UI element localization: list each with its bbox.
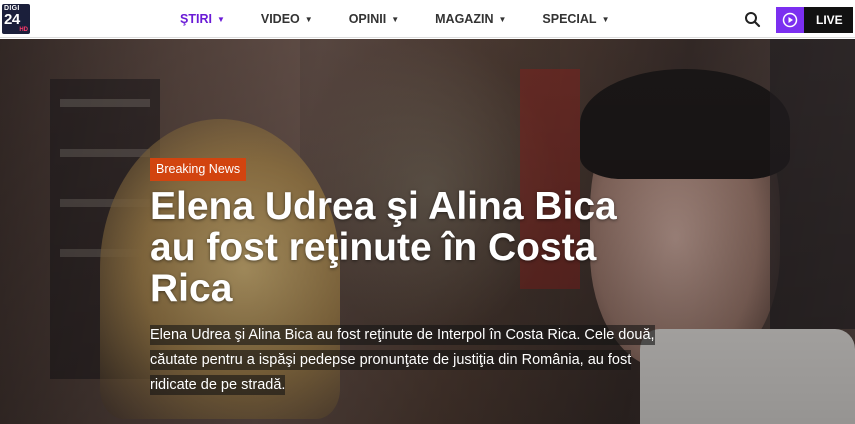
live-button[interactable]: LIVE — [776, 7, 853, 33]
nav-item-stiri[interactable]: ŞTIRI ▼ — [180, 12, 225, 26]
live-label: LIVE — [816, 13, 843, 27]
top-navigation-bar: DIGI 24 HD ŞTIRI ▼ VIDEO ▼ OPINII ▼ MAGA… — [0, 0, 855, 38]
hero-article[interactable]: Breaking News Elena Udrea şi Alina Bica … — [0, 39, 855, 424]
nav-item-label: ŞTIRI — [180, 12, 212, 26]
search-button[interactable] — [741, 8, 765, 30]
chevron-down-icon: ▼ — [498, 14, 507, 24]
chevron-down-icon: ▼ — [391, 14, 400, 24]
chevron-down-icon: ▼ — [304, 14, 313, 24]
chevron-down-icon: ▼ — [216, 14, 225, 24]
nav-item-opinii[interactable]: OPINII ▼ — [349, 12, 399, 26]
breaking-news-badge[interactable]: Breaking News — [150, 158, 247, 181]
nav-item-special[interactable]: SPECIAL ▼ — [542, 12, 609, 26]
nav-item-label: VIDEO — [260, 12, 300, 26]
nav-item-magazin[interactable]: MAGAZIN ▼ — [435, 12, 506, 26]
digi24-logo[interactable]: DIGI 24 HD — [2, 4, 30, 34]
nav-item-label: OPINII — [348, 12, 387, 26]
article-headline[interactable]: Elena Udrea şi Alina Bica au fost reţinu… — [150, 186, 670, 309]
search-icon — [745, 12, 761, 28]
chevron-down-icon: ▼ — [601, 14, 610, 24]
article-summary: Elena Udrea şi Alina Bica au fost reţinu… — [150, 323, 680, 398]
nav-item-label: MAGAZIN — [435, 12, 494, 26]
logo-text-hd: HD — [19, 27, 28, 33]
main-nav: ŞTIRI ▼ VIDEO ▼ OPINII ▼ MAGAZIN ▼ SPECI… — [180, 0, 646, 38]
article-summary-text: Elena Udrea şi Alina Bica au fost reţinu… — [150, 325, 655, 395]
logo-text-main: 24 — [4, 11, 20, 28]
nav-item-label: SPECIAL — [542, 12, 597, 26]
play-circle-icon — [776, 7, 804, 33]
nav-item-video[interactable]: VIDEO ▼ — [261, 12, 313, 26]
